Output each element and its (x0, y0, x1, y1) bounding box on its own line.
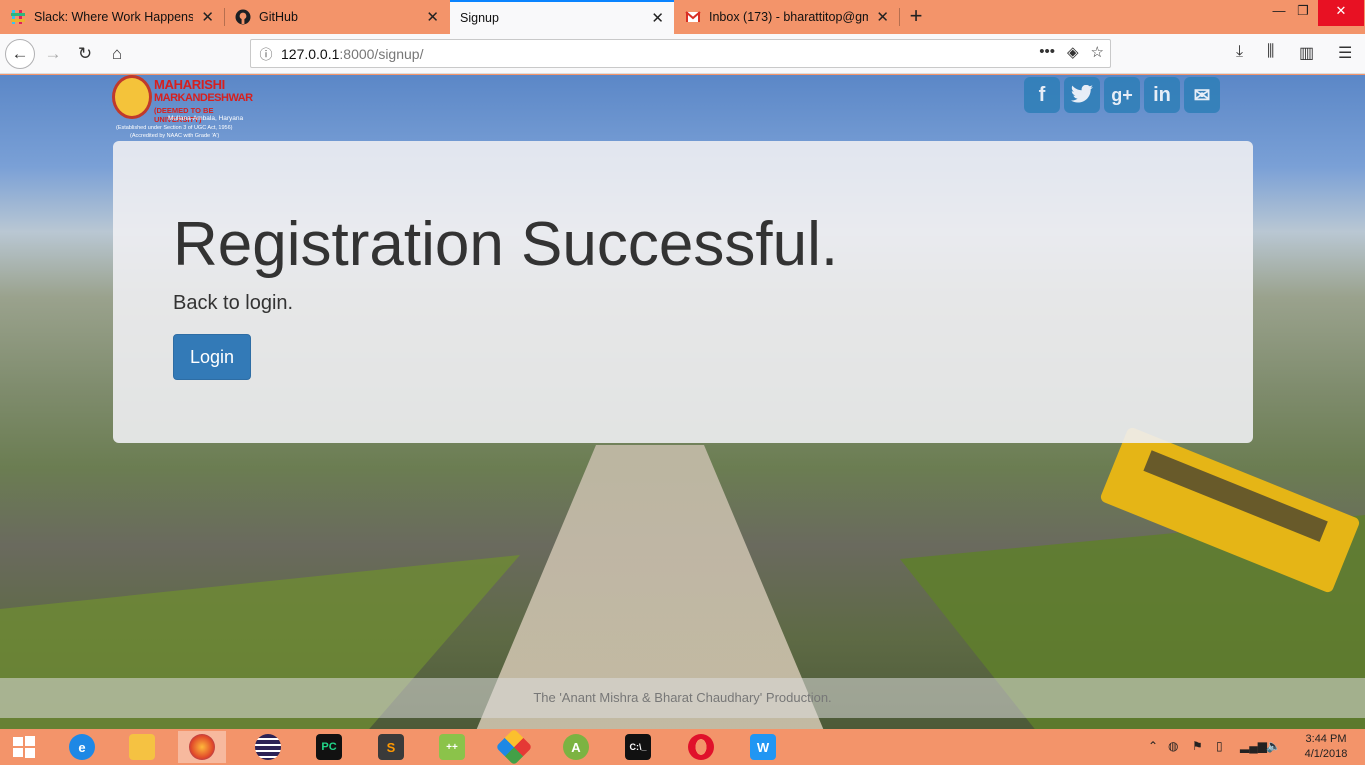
registration-panel: Registration Successful. Back to login. … (113, 141, 1253, 443)
page-footer: The 'Anant Mishra & Bharat Chaudhary' Pr… (0, 678, 1365, 718)
back-to-login-text: Back to login. (173, 292, 294, 314)
opera-icon[interactable] (677, 731, 725, 763)
university-logo[interactable]: MAHARISHI MARKANDESHWAR (DEEMED TO BE UN… (112, 75, 253, 141)
tab-title: Slack: Where Work Happens (34, 10, 194, 24)
firefox-icon[interactable] (178, 731, 226, 763)
google-plus-icon[interactable]: g+ (1104, 77, 1140, 113)
seal-icon (112, 75, 152, 119)
notepad-plus-icon[interactable]: ++ (428, 731, 476, 763)
volume-icon[interactable]: 🔈 (1266, 739, 1281, 753)
restore-icon[interactable]: ❐ (1286, 0, 1320, 26)
wps-writer-icon[interactable]: W (739, 731, 787, 763)
page-actions-icon[interactable]: ••• (1039, 43, 1055, 61)
reload-icon: ↻ (77, 44, 93, 63)
page-title: Registration Successful. (173, 210, 839, 279)
back-button[interactable]: ← (5, 39, 35, 69)
network-globe-icon[interactable]: ◍ (1168, 739, 1178, 753)
close-tab-icon[interactable]: ✕ (426, 8, 439, 26)
sublime-text-icon[interactable]: S (367, 731, 415, 763)
address-bar[interactable]: ⓘ 127.0.0.1:8000/signup/ ••• ◈ ☆ (250, 39, 1111, 68)
tab-title: GitHub (259, 10, 298, 24)
home-button[interactable]: ⌂ (102, 39, 132, 69)
internet-explorer-icon[interactable]: e (58, 731, 106, 763)
navigation-toolbar: ← → ↻ ⌂ ⓘ 127.0.0.1:8000/signup/ ••• ◈ ☆… (0, 34, 1365, 74)
windows-start-icon[interactable] (0, 731, 48, 763)
mail-icon[interactable]: ✉ (1184, 77, 1220, 113)
site-info-icon[interactable]: ⓘ (251, 44, 281, 63)
menu-icon[interactable]: ☰ (1338, 43, 1352, 63)
file-explorer-icon[interactable] (118, 731, 166, 763)
android-studio-icon[interactable]: A (552, 731, 600, 763)
wifi-signal-icon[interactable]: ▂▄▆ (1240, 739, 1267, 753)
twitter-icon[interactable] (1064, 77, 1100, 113)
new-tab-button[interactable]: + (904, 2, 928, 32)
tab-signup[interactable]: Signup ✕ (450, 0, 674, 34)
tab-strip: Slack: Where Work Happens ✕ GitHub ✕ Sig… (0, 0, 1365, 34)
library-icon[interactable]: ⫼ (1267, 43, 1274, 61)
command-prompt-icon[interactable]: C:\_ (614, 731, 662, 763)
github-icon (235, 9, 251, 25)
login-button[interactable]: Login (173, 334, 251, 380)
flag-icon[interactable]: ⚑ (1192, 739, 1203, 753)
gmail-icon (685, 9, 701, 25)
close-tab-icon[interactable]: ✕ (201, 8, 214, 26)
reload-button[interactable]: ↻ (70, 39, 100, 69)
tab-slack[interactable]: Slack: Where Work Happens ✕ (0, 0, 224, 34)
arrow-right-icon: → (44, 44, 62, 63)
arrow-left-icon: ← (11, 44, 29, 63)
bookmark-star-icon[interactable]: ☆ (1091, 43, 1104, 61)
url-host: 127.0.0.1 (281, 45, 340, 62)
tab-title: Inbox (173) - bharattitop@gma (709, 10, 869, 24)
tab-github[interactable]: GitHub ✕ (225, 0, 449, 34)
forward-button[interactable]: → (38, 39, 68, 69)
battery-icon[interactable]: ▯ (1216, 739, 1223, 753)
tab-title: Signup (460, 11, 499, 25)
facebook-icon[interactable]: f (1024, 77, 1060, 113)
close-tab-icon[interactable]: ✕ (876, 8, 889, 26)
show-hidden-icons[interactable]: ⌃ (1148, 739, 1158, 753)
git-icon[interactable] (490, 728, 538, 765)
pocket-icon[interactable]: ◈ (1067, 43, 1079, 61)
url-path: :8000/signup/ (339, 45, 424, 62)
eclipse-icon[interactable] (244, 731, 292, 763)
tab-gmail[interactable]: Inbox (173) - bharattitop@gma ✕ (675, 0, 899, 34)
pycharm-icon[interactable]: PC (305, 731, 353, 763)
windows-taskbar: e PC S ++ A C:\_ W ⌃ ◍ ⚑ ▯ ▂▄▆ 🔈 3:44 PM… (0, 728, 1365, 765)
close-window-icon[interactable]: ✕ (1318, 0, 1364, 26)
sidebar-icon[interactable]: ▥ (1299, 43, 1314, 63)
page-viewport: MAHARISHI MARKANDESHWAR (DEEMED TO BE UN… (0, 75, 1365, 729)
close-tab-icon[interactable]: ✕ (651, 9, 664, 27)
system-clock[interactable]: 3:44 PM 4/1/2018 (1290, 732, 1362, 762)
linkedin-icon[interactable]: in (1144, 77, 1180, 113)
home-icon: ⌂ (111, 44, 123, 63)
downloads-icon[interactable]: ⤓ (1236, 43, 1243, 61)
slack-icon (10, 9, 26, 25)
